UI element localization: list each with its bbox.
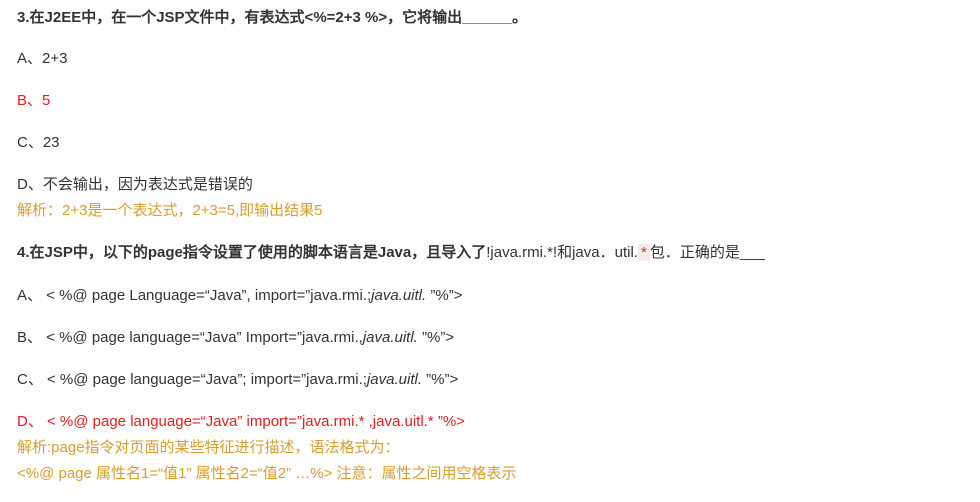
q4-option-b: B、 < %@ page language=“Java” Import=”jav… [17,328,454,348]
q4-option-a-prefix: A、 < %@ page Language=“Java”, import=”ja… [17,287,372,304]
q4-option-c: C、 < %@ page language=“Java”; import=”ja… [17,370,458,390]
q4-title-text-2: 包．正确的是___ [649,244,765,261]
q4-option-c-prefix: C、 < %@ page language=“Java”; import=”ja… [17,371,367,388]
question-4-title: 4.在JSP中，以下的page指令设置了使用的脚本语言是Java，且导入了!ja… [17,243,765,263]
question-3-title: 3.在J2EE中，在一个JSP文件中，有表达式<%=2+3 %>，它将输出___… [17,9,528,26]
q4-title-text-1: !java.rmi.*!和java．util. [486,244,638,261]
q4-option-a-suffix: ”%”> [426,287,463,304]
q4-option-c-italic: java.uitl. [366,371,422,388]
q4-option-b-prefix: B、 < %@ page language=“Java” Import=”jav… [17,329,363,346]
q4-option-b-italic: java.uitl. [362,329,418,346]
q4-explanation-line-2: <%@ page 属性名1=“值1” 属性名2=“值2” …%> 注意：属性之间… [17,465,517,482]
q4-title-bold: 4.在JSP中，以下的page指令设置了使用的脚本语言是Java，且导入了 [17,244,487,261]
q4-option-a: A、 < %@ page Language=“Java”, import=”ja… [17,286,462,306]
q4-explanation-line-1: 解析:page指令对页面的某些特征进行描述，语法格式为： [17,439,400,456]
q4-option-a-italic: java.uitl. [371,287,427,304]
q3-explanation: 解析：2+3是一个表达式，2+3=5,即输出结果5 [17,202,323,219]
q4-option-b-suffix: ”%”> [417,329,455,346]
q3-option-d: D、不会输出，因为表达式是错误的 [17,176,253,193]
q4-option-c-suffix: ”%”> [422,371,459,388]
q3-option-c: C、23 [17,134,60,151]
q4-option-d-correct: D、 < %@ page language=“Java” import=”jav… [17,413,465,430]
q3-option-b-correct: B、5 [17,92,51,109]
q3-option-a: A、2+3 [17,50,68,67]
q4-title-highlight: * [637,244,650,261]
